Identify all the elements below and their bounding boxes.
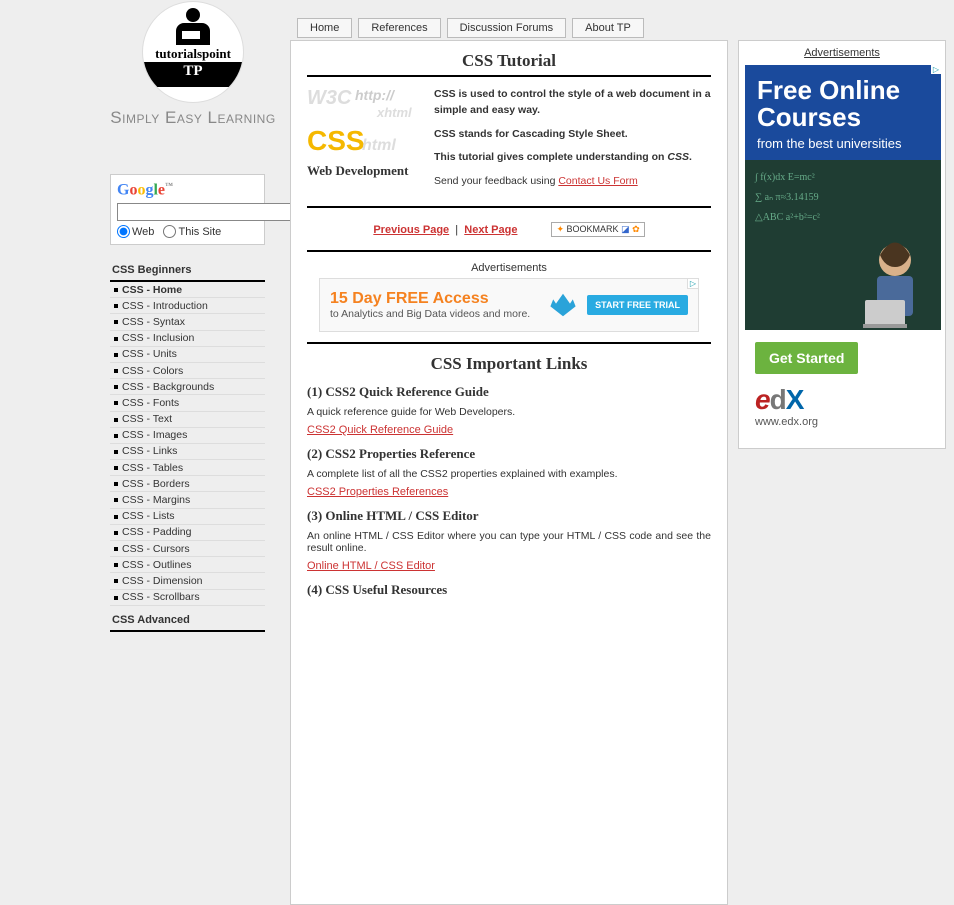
sidebar: CSS Beginners CSS - HomeCSS - Introducti… [110,256,265,632]
sec4-heading: (4) CSS Useful Resources [307,582,711,598]
radio-web[interactable] [117,225,130,238]
sidebar-item[interactable]: CSS - Units [110,347,265,363]
svg-text:∑ aₙ π≈3.14159: ∑ aₙ π≈3.14159 [755,192,819,203]
intro-p1: CSS is used to control the style of a we… [434,88,711,116]
sidebar-item[interactable]: CSS - Text [110,412,265,428]
next-page-link[interactable]: Next Page [464,224,517,236]
sidebar-item[interactable]: CSS - Borders [110,476,265,492]
search-input[interactable] [117,203,296,221]
inline-ad[interactable]: ▷ 15 Day FREE Access to Analytics and Bi… [319,278,699,332]
tagline: Simply Easy Learning [108,108,278,128]
nav-home[interactable]: Home [297,18,352,38]
right-column: Advertisements ▷ Free Online Courses fro… [738,40,946,449]
intro-p2: CSS stands for Cascading Style Sheet. [434,128,628,140]
search-box: Google™ ... Web This Site [110,174,265,245]
right-ad[interactable]: ▷ Free Online Courses from the best univ… [745,65,941,438]
adchoices-icon[interactable]: ▷ [687,279,698,289]
sidebar-item[interactable]: CSS - Margins [110,492,265,508]
sidebar-item[interactable]: CSS - Syntax [110,314,265,330]
sidebar-item[interactable]: CSS - Colors [110,363,265,379]
edx-url: www.edx.org [755,416,931,428]
nav-about[interactable]: About TP [572,18,644,38]
google-logo: Google™ [117,181,258,199]
nav-references[interactable]: References [358,18,440,38]
page-title: CSS Tutorial [307,51,711,71]
logo[interactable]: tutorialspoint TP [143,2,243,102]
intro-graphic: W3C http:// xhtml CSS html Web Developme… [307,87,422,187]
inline-ad-cta[interactable]: START FREE TRIAL [587,295,688,315]
sidebar-item[interactable]: CSS - Tables [110,460,265,476]
svg-text:△ABC a²+b²=c²: △ABC a²+b²=c² [755,212,820,223]
sidebar-item[interactable]: CSS - Links [110,444,265,460]
sidebar-item[interactable]: CSS - Outlines [110,557,265,573]
logo-tp-text: TP [143,62,243,87]
bookmark-button[interactable]: ✦ BOOKMARK ◪ ✿ [551,222,644,237]
sec2-link[interactable]: CSS2 Properties References [307,486,448,498]
contact-link[interactable]: Contact Us Form [558,175,637,187]
prev-page-link[interactable]: Previous Page [373,224,449,236]
sec1-heading: (1) CSS2 Quick Reference Guide [307,384,711,400]
sidebar-heading-beginners: CSS Beginners [110,260,265,282]
sec3-heading: (3) Online HTML / CSS Editor [307,508,711,524]
sidebar-item[interactable]: CSS - Scrollbars [110,590,265,606]
sidebar-item[interactable]: CSS - Lists [110,509,265,525]
right-ad-cta[interactable]: Get Started [755,342,858,374]
sec1-link[interactable]: CSS2 Quick Reference Guide [307,424,453,436]
sec3-link[interactable]: Online HTML / CSS Editor [307,560,435,572]
right-ad-headline: Free Online Courses [757,77,929,132]
nav-forums[interactable]: Discussion Forums [447,18,567,38]
inline-ad-headline: 15 Day FREE Access [330,290,539,308]
sidebar-heading-advanced: CSS Advanced [110,610,265,632]
sidebar-item[interactable]: CSS - Introduction [110,298,265,314]
adchoices-icon[interactable]: ▷ [931,65,941,74]
radio-site-label: This Site [178,226,221,238]
logo-area: tutorialspoint TP Simply Easy Learning [108,2,278,128]
svg-text:∫ f(x)dx E=mc²: ∫ f(x)dx E=mc² [754,172,815,183]
edx-logo: edX [755,384,931,416]
sidebar-item[interactable]: CSS - Inclusion [110,331,265,347]
sidebar-item[interactable]: CSS - Padding [110,525,265,541]
important-links-heading: CSS Important Links [307,354,711,374]
sidebar-item[interactable]: CSS - Fonts [110,395,265,411]
right-ad-sub: from the best universities [757,136,929,153]
ad-label-inline: Advertisements [307,262,711,274]
inline-ad-icon [549,291,577,319]
sidebar-item[interactable]: CSS - Backgrounds [110,379,265,395]
radio-web-label: Web [132,226,154,238]
radio-site[interactable] [163,225,176,238]
logo-brand-text: tutorialspoint [143,46,243,62]
sidebar-item[interactable]: CSS - Cursors [110,541,265,557]
sidebar-item[interactable]: CSS - Images [110,428,265,444]
sec3-desc: An online HTML / CSS Editor where you ca… [307,530,711,554]
sec2-desc: A complete list of all the CSS2 properti… [307,468,711,480]
right-ad-label: Advertisements [745,47,939,59]
main-content: CSS Tutorial W3C http:// xhtml CSS html … [290,40,728,905]
sec1-desc: A quick reference guide for Web Develope… [307,406,711,418]
sidebar-item[interactable]: CSS - Home [110,282,265,298]
sec2-heading: (2) CSS2 Properties Reference [307,446,711,462]
sidebar-item[interactable]: CSS - Dimension [110,573,265,589]
top-nav: Home References Discussion Forums About … [297,18,644,38]
inline-ad-sub: to Analytics and Big Data videos and mor… [330,308,539,320]
right-ad-image: ∫ f(x)dx E=mc² ∑ aₙ π≈3.14159 △ABC a²+b²… [745,160,941,330]
